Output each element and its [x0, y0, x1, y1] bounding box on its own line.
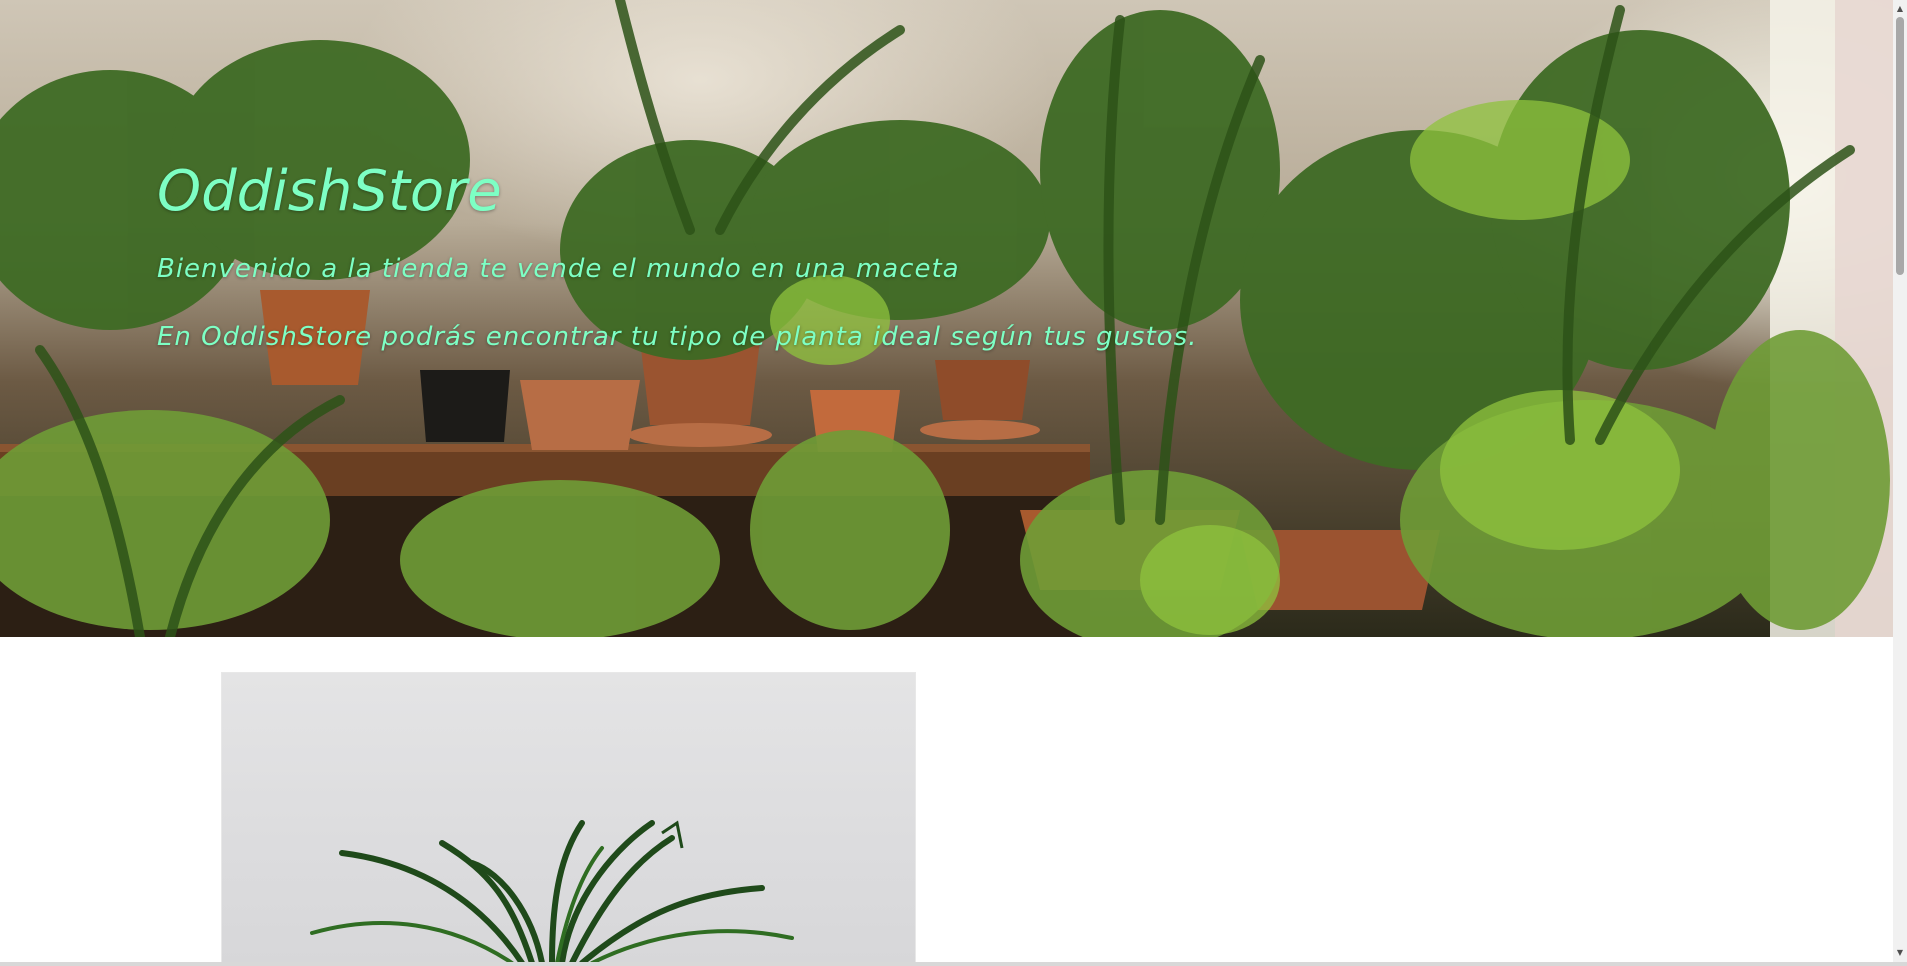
store-description: En OddishStore podrás encontrar tu tipo …: [157, 322, 1198, 352]
hero-banner: OddishStore Bienvenido a la tienda te ve…: [0, 0, 1893, 637]
potted-plant-image: [310, 820, 794, 962]
bottom-edge: [0, 962, 1907, 966]
main-content: [0, 637, 1893, 962]
scroll-up-icon[interactable]: ▲: [1893, 2, 1907, 16]
welcome-message: Bienvenido a la tienda te vende el mundo…: [157, 254, 960, 284]
hero-text-block: OddishStore Bienvenido a la tienda te ve…: [157, 150, 1197, 354]
vertical-scrollbar[interactable]: ▲ ▼: [1893, 0, 1907, 962]
store-title: OddishStore: [157, 159, 502, 224]
scrollbar-thumb[interactable]: [1896, 17, 1904, 275]
page-viewport: OddishStore Bienvenido a la tienda te ve…: [0, 0, 1907, 962]
scroll-down-icon[interactable]: ▼: [1893, 946, 1907, 960]
product-card-image[interactable]: [221, 672, 916, 962]
